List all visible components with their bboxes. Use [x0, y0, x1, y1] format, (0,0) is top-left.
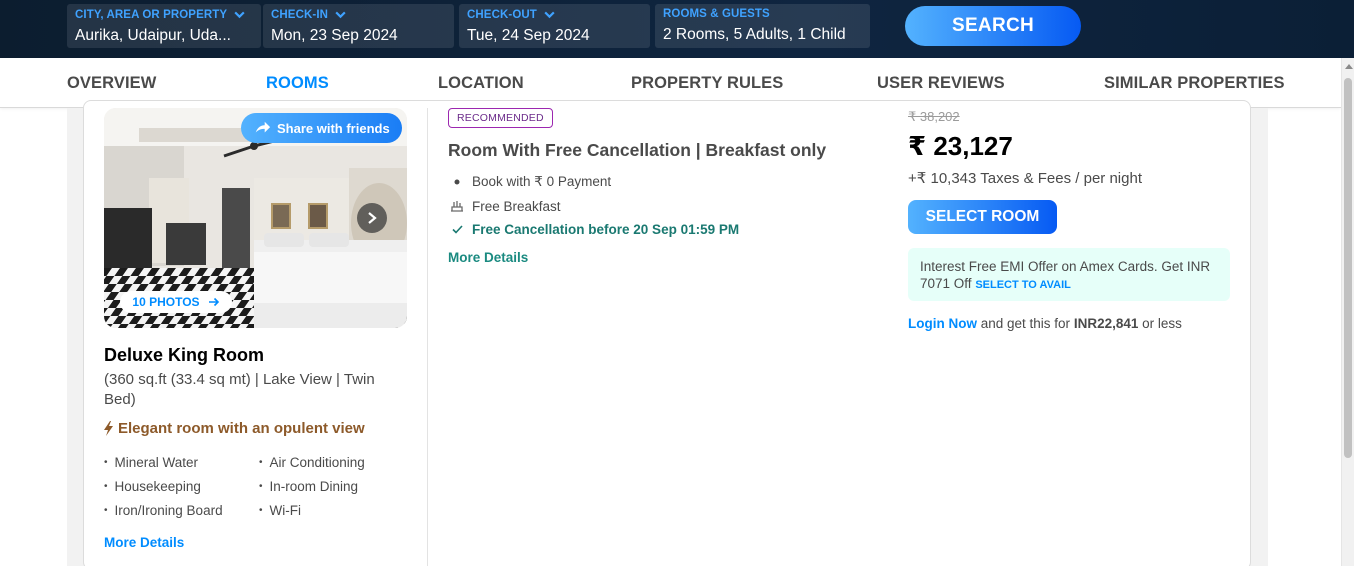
scroll-thumb[interactable]	[1344, 78, 1352, 458]
inclusion-text: Book with ₹ 0 Payment	[472, 174, 612, 189]
bullet-icon	[448, 179, 466, 185]
share-icon	[255, 121, 271, 133]
room-name: Deluxe King Room	[104, 345, 265, 365]
amenities-list: Mineral Water Air Conditioning Housekeep…	[104, 453, 424, 519]
room-description: (360 sq.ft (33.4 sq mt) | Lake View | Tw…	[104, 371, 375, 408]
rate-plan-title: Room With Free Cancellation | Breakfast …	[448, 140, 827, 160]
inclusion-item: Free Cancellation before 20 Sep 01:59 PM	[448, 222, 739, 237]
guests-value: 2 Rooms, 5 Adults, 1 Child	[663, 26, 846, 43]
search-button[interactable]: SEARCH	[905, 6, 1081, 46]
inclusion-item: Free Breakfast	[448, 198, 561, 214]
arrow-right-icon	[208, 297, 219, 307]
amenity-item: In-room Dining	[259, 477, 419, 495]
chevron-down-icon	[234, 11, 245, 19]
current-price: ₹ 23,127	[908, 131, 1013, 161]
vertical-scrollbar[interactable]	[1341, 58, 1354, 566]
share-label: Share with friends	[277, 120, 390, 136]
login-now-link[interactable]: Login Now	[908, 316, 977, 331]
room-highlight-text: Elegant room with an opulent view	[118, 420, 365, 437]
amenity-item: Mineral Water	[104, 453, 259, 471]
photos-count-label: 10 PHOTOS	[132, 295, 200, 309]
checkout-field[interactable]: CHECK-OUT Tue, 24 Sep 2024	[459, 4, 650, 48]
emi-offer-box: Interest Free EMI Offer on Amex Cards. G…	[908, 248, 1230, 301]
inclusion-text: Free Breakfast	[472, 198, 561, 214]
inclusion-text: Free Cancellation before 20 Sep 01:59 PM	[472, 222, 740, 237]
guests-field[interactable]: ROOMS & GUESTS 2 Rooms, 5 Adults, 1 Chil…	[655, 4, 870, 48]
checkout-value: Tue, 24 Sep 2024	[467, 27, 590, 44]
room-highlight: Elegant room with an opulent view	[104, 420, 365, 437]
amenity-item: Air Conditioning	[259, 453, 419, 471]
search-bar: CITY, AREA OR PROPERTY Aurika, Udaipur, …	[0, 0, 1354, 58]
amenity-item: Wi-Fi	[259, 501, 419, 519]
lightning-icon	[104, 421, 113, 436]
checkin-label: CHECK-IN	[271, 8, 329, 21]
amenity-item: Housekeeping	[104, 477, 259, 495]
next-photo-button[interactable]	[357, 203, 387, 233]
chevron-down-icon	[335, 11, 346, 19]
login-offer-amount: INR22,841	[1073, 316, 1139, 331]
share-with-friends-button[interactable]: Share with friends	[241, 113, 402, 143]
city-label: CITY, AREA OR PROPERTY	[75, 8, 228, 21]
room-more-details-link[interactable]: More Details	[104, 535, 184, 550]
city-value: Aurika, Udaipur, Uda...	[75, 27, 231, 44]
checkout-label: CHECK-OUT	[467, 8, 537, 21]
checkin-label-row: CHECK-IN	[271, 8, 446, 21]
checkin-field[interactable]: CHECK-IN Mon, 23 Sep 2024	[263, 4, 454, 48]
checkout-label-row: CHECK-OUT	[467, 8, 642, 21]
checkin-value: Mon, 23 Sep 2024	[271, 27, 398, 44]
original-price: ₹ 38,202	[908, 109, 960, 124]
plan-more-details-link[interactable]: More Details	[448, 250, 528, 265]
select-to-avail-link[interactable]: SELECT TO AVAIL	[975, 279, 1071, 291]
city-field[interactable]: CITY, AREA OR PROPERTY Aurika, Udaipur, …	[67, 4, 261, 48]
check-icon	[448, 225, 466, 234]
chevron-down-icon	[544, 11, 555, 19]
taxes-and-fees: +₹ 10,343 Taxes & Fees / per night	[908, 170, 1142, 187]
login-offer-line: Login Now and get this for INR22,841 or …	[908, 316, 1182, 331]
inclusion-item: Book with ₹ 0 Payment	[448, 174, 611, 190]
column-divider	[427, 108, 428, 566]
guests-label: ROOMS & GUESTS	[663, 8, 770, 20]
scroll-up-arrow-icon[interactable]	[1345, 64, 1353, 69]
login-offer-text: and get this for	[980, 316, 1071, 331]
photos-count-button[interactable]: 10 PHOTOS	[120, 291, 232, 313]
city-label-row: CITY, AREA OR PROPERTY	[75, 8, 253, 21]
breakfast-icon	[448, 198, 466, 214]
guests-label-row: ROOMS & GUESTS	[663, 8, 862, 20]
chevron-right-icon	[368, 212, 377, 224]
recommended-badge: RECOMMENDED	[448, 108, 553, 128]
select-room-button[interactable]: SELECT ROOM	[908, 200, 1057, 234]
login-offer-suffix: or less	[1142, 316, 1182, 331]
amenity-item: Iron/Ironing Board	[104, 501, 259, 519]
